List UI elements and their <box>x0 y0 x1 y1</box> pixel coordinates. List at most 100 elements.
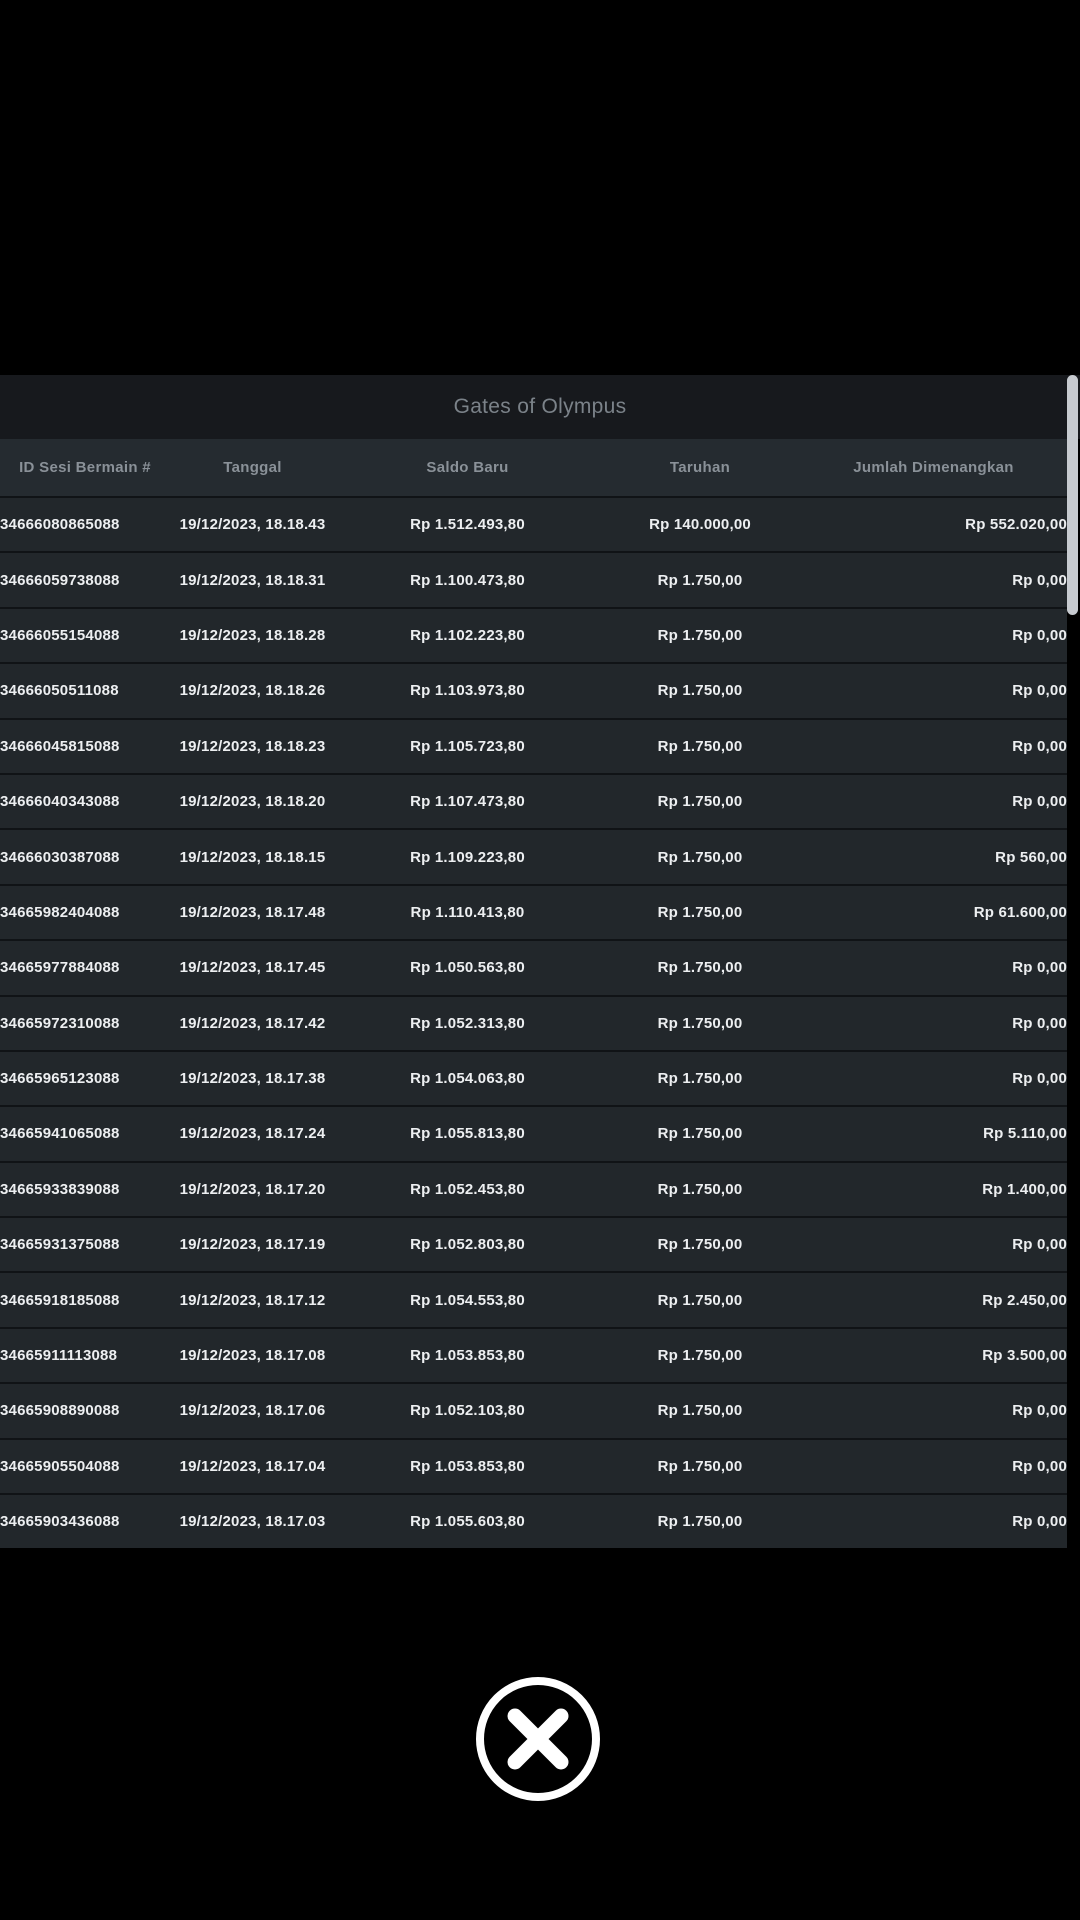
new-balance-cell: Rp 1.100.473,80 <box>335 552 600 607</box>
bet-cell: Rp 1.750,00 <box>600 1439 800 1494</box>
table-row: 34665941065088 19/12/2023, 18.17.24 Rp 1… <box>0 1106 1067 1161</box>
bet-cell: Rp 1.750,00 <box>600 552 800 607</box>
close-icon <box>475 1676 601 1802</box>
date-cell: 19/12/2023, 18.18.26 <box>170 663 335 718</box>
table-header: ID Sesi Bermain # Tanggal Saldo Baru Tar… <box>0 439 1067 497</box>
date-cell: 19/12/2023, 18.17.19 <box>170 1217 335 1272</box>
session-id-cell: 34666045815088 <box>0 719 170 774</box>
date-cell: 19/12/2023, 18.18.15 <box>170 829 335 884</box>
new-balance-cell: Rp 1.107.473,80 <box>335 774 600 829</box>
date-cell: 19/12/2023, 18.18.20 <box>170 774 335 829</box>
column-header-date: Tanggal <box>170 439 335 497</box>
new-balance-cell: Rp 1.055.603,80 <box>335 1494 600 1548</box>
amount-won-cell: Rp 0,00 <box>800 663 1067 718</box>
new-balance-cell: Rp 1.053.853,80 <box>335 1328 600 1383</box>
column-header-amount-won: Jumlah Dimenangkan <box>800 439 1067 497</box>
date-cell: 19/12/2023, 18.17.20 <box>170 1162 335 1217</box>
date-cell: 19/12/2023, 18.17.38 <box>170 1051 335 1106</box>
session-id-cell: 34665933839088 <box>0 1162 170 1217</box>
amount-won-cell: Rp 1.400,00 <box>800 1162 1067 1217</box>
bet-cell: Rp 1.750,00 <box>600 663 800 718</box>
bet-cell: Rp 1.750,00 <box>600 885 800 940</box>
date-cell: 19/12/2023, 18.17.04 <box>170 1439 335 1494</box>
session-id-cell: 34666059738088 <box>0 552 170 607</box>
bet-cell: Rp 1.750,00 <box>600 940 800 995</box>
bet-cell: Rp 1.750,00 <box>600 774 800 829</box>
amount-won-cell: Rp 0,00 <box>800 940 1067 995</box>
column-header-session-id: ID Sesi Bermain # <box>0 439 170 497</box>
table-row: 34665903436088 19/12/2023, 18.17.03 Rp 1… <box>0 1494 1067 1548</box>
date-cell: 19/12/2023, 18.17.08 <box>170 1328 335 1383</box>
new-balance-cell: Rp 1.105.723,80 <box>335 719 600 774</box>
amount-won-cell: Rp 61.600,00 <box>800 885 1067 940</box>
bet-cell: Rp 1.750,00 <box>600 1383 800 1438</box>
bet-cell: Rp 1.750,00 <box>600 719 800 774</box>
session-id-cell: 34665918185088 <box>0 1272 170 1327</box>
table-row: 34666030387088 19/12/2023, 18.18.15 Rp 1… <box>0 829 1067 884</box>
bet-cell: Rp 1.750,00 <box>600 608 800 663</box>
table-row: 34666080865088 19/12/2023, 18.18.43 Rp 1… <box>0 497 1067 552</box>
new-balance-cell: Rp 1.052.453,80 <box>335 1162 600 1217</box>
bet-cell: Rp 1.750,00 <box>600 1328 800 1383</box>
new-balance-cell: Rp 1.110.413,80 <box>335 885 600 940</box>
amount-won-cell: Rp 0,00 <box>800 1383 1067 1438</box>
date-cell: 19/12/2023, 18.18.23 <box>170 719 335 774</box>
amount-won-cell: Rp 5.110,00 <box>800 1106 1067 1161</box>
history-table[interactable]: ID Sesi Bermain # Tanggal Saldo Baru Tar… <box>0 439 1067 1548</box>
new-balance-cell: Rp 1.053.853,80 <box>335 1439 600 1494</box>
session-id-cell: 34665911113088 <box>0 1328 170 1383</box>
table-row: 34666059738088 19/12/2023, 18.18.31 Rp 1… <box>0 552 1067 607</box>
column-header-bet: Taruhan <box>600 439 800 497</box>
session-id-cell: 34665903436088 <box>0 1494 170 1548</box>
session-id-cell: 34666050511088 <box>0 663 170 718</box>
date-cell: 19/12/2023, 18.17.42 <box>170 996 335 1051</box>
bet-cell: Rp 1.750,00 <box>600 996 800 1051</box>
new-balance-cell: Rp 1.512.493,80 <box>335 497 600 552</box>
new-balance-cell: Rp 1.052.103,80 <box>335 1383 600 1438</box>
session-id-cell: 34666040343088 <box>0 774 170 829</box>
date-cell: 19/12/2023, 18.17.06 <box>170 1383 335 1438</box>
date-cell: 19/12/2023, 18.18.31 <box>170 552 335 607</box>
date-cell: 19/12/2023, 18.17.48 <box>170 885 335 940</box>
bet-cell: Rp 1.750,00 <box>600 1494 800 1548</box>
table-row: 34665933839088 19/12/2023, 18.17.20 Rp 1… <box>0 1162 1067 1217</box>
bet-cell: Rp 140.000,00 <box>600 497 800 552</box>
new-balance-cell: Rp 1.109.223,80 <box>335 829 600 884</box>
modal-title-bar: Gates of Olympus <box>0 375 1080 439</box>
new-balance-cell: Rp 1.103.973,80 <box>335 663 600 718</box>
new-balance-cell: Rp 1.054.553,80 <box>335 1272 600 1327</box>
vertical-scrollbar-thumb[interactable] <box>1067 375 1078 615</box>
new-balance-cell: Rp 1.052.313,80 <box>335 996 600 1051</box>
bet-cell: Rp 1.750,00 <box>600 1106 800 1161</box>
session-id-cell: 34665905504088 <box>0 1439 170 1494</box>
table-body: 34666080865088 19/12/2023, 18.18.43 Rp 1… <box>0 497 1067 1548</box>
amount-won-cell: Rp 0,00 <box>800 1051 1067 1106</box>
new-balance-cell: Rp 1.054.063,80 <box>335 1051 600 1106</box>
session-id-cell: 34665965123088 <box>0 1051 170 1106</box>
table-row: 34665982404088 19/12/2023, 18.17.48 Rp 1… <box>0 885 1067 940</box>
session-id-cell: 34666055154088 <box>0 608 170 663</box>
table-row: 34665918185088 19/12/2023, 18.17.12 Rp 1… <box>0 1272 1067 1327</box>
amount-won-cell: Rp 2.450,00 <box>800 1272 1067 1327</box>
table-row: 34666050511088 19/12/2023, 18.18.26 Rp 1… <box>0 663 1067 718</box>
header-row: ID Sesi Bermain # Tanggal Saldo Baru Tar… <box>0 439 1067 497</box>
table-row: 34666045815088 19/12/2023, 18.18.23 Rp 1… <box>0 719 1067 774</box>
new-balance-cell: Rp 1.052.803,80 <box>335 1217 600 1272</box>
session-id-cell: 34665972310088 <box>0 996 170 1051</box>
amount-won-cell: Rp 0,00 <box>800 1439 1067 1494</box>
new-balance-cell: Rp 1.050.563,80 <box>335 940 600 995</box>
date-cell: 19/12/2023, 18.18.28 <box>170 608 335 663</box>
table-row: 34665911113088 19/12/2023, 18.17.08 Rp 1… <box>0 1328 1067 1383</box>
table-row: 34665931375088 19/12/2023, 18.17.19 Rp 1… <box>0 1217 1067 1272</box>
date-cell: 19/12/2023, 18.17.03 <box>170 1494 335 1548</box>
amount-won-cell: Rp 0,00 <box>800 1217 1067 1272</box>
date-cell: 19/12/2023, 18.17.12 <box>170 1272 335 1327</box>
bet-cell: Rp 1.750,00 <box>600 1217 800 1272</box>
session-id-cell: 34665982404088 <box>0 885 170 940</box>
session-id-cell: 34665908890088 <box>0 1383 170 1438</box>
table-row: 34665965123088 19/12/2023, 18.17.38 Rp 1… <box>0 1051 1067 1106</box>
game-title: Gates of Olympus <box>454 395 627 419</box>
close-button[interactable] <box>475 1676 601 1802</box>
amount-won-cell: Rp 552.020,00 <box>800 497 1067 552</box>
session-id-cell: 34666080865088 <box>0 497 170 552</box>
